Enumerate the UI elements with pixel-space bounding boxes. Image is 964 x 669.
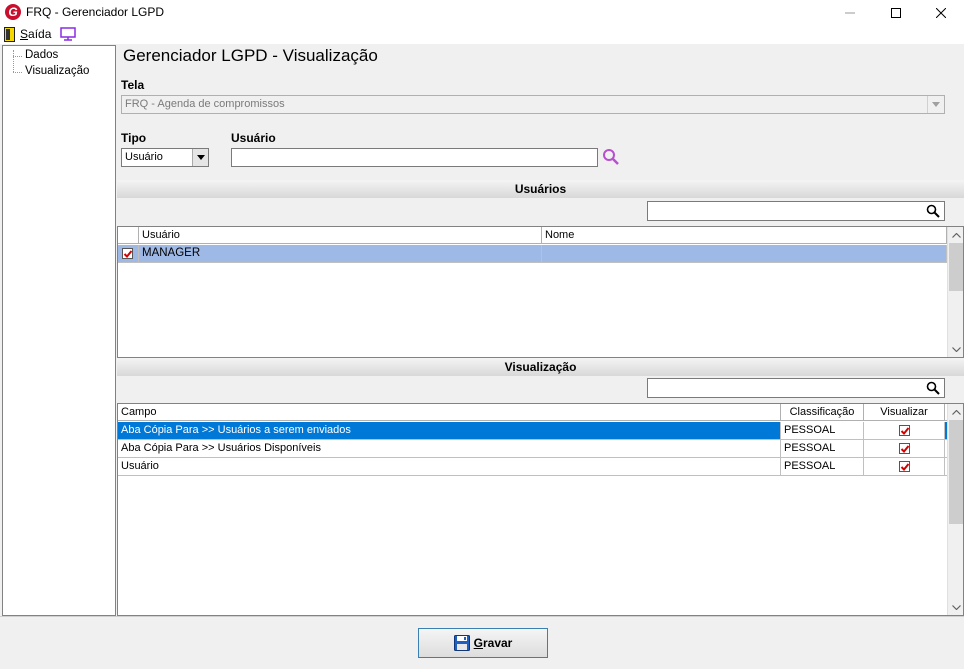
column-header-nome[interactable]: Nome	[542, 227, 947, 243]
table-row[interactable]: Usuário PESSOAL	[118, 458, 947, 476]
cell-visualizar[interactable]	[864, 458, 945, 475]
table-row[interactable]: MANAGER	[118, 245, 947, 263]
tela-label: Tela	[121, 78, 145, 92]
maximize-icon	[891, 8, 901, 18]
minimize-button[interactable]	[827, 0, 873, 26]
visualizar-checkbox[interactable]	[899, 443, 910, 454]
tipo-label: Tipo	[121, 131, 147, 145]
table-row[interactable]: Aba Cópia Para >> Usuários a serem envia…	[118, 422, 947, 440]
column-header-usuario[interactable]: Usuário	[139, 227, 542, 243]
usuarios-vertical-scrollbar[interactable]	[947, 227, 963, 357]
menu-saida[interactable]: Saída	[20, 27, 51, 41]
tree-item-visualizacao[interactable]: Visualização	[13, 65, 89, 77]
usuarios-section-title: Usuários	[117, 180, 964, 198]
visualizar-checkbox[interactable]	[899, 461, 910, 472]
chevron-down-icon[interactable]	[192, 149, 208, 166]
cell-campo: Usuário	[118, 458, 781, 475]
column-header-visualizar[interactable]: Visualizar	[864, 404, 945, 420]
usuarios-filter-input[interactable]	[647, 201, 945, 221]
monitor-icon[interactable]	[60, 27, 76, 41]
usuario-label: Usuário	[231, 131, 276, 145]
column-header-campo[interactable]: Campo	[118, 404, 781, 420]
scroll-thumb[interactable]	[949, 420, 963, 524]
minimize-icon	[845, 12, 855, 14]
tela-combobox[interactable]: FRQ - Agenda de compromissos	[121, 95, 945, 114]
maximize-button[interactable]	[873, 0, 919, 26]
floppy-disk-icon	[453, 635, 470, 651]
cell-classificacao: PESSOAL	[781, 458, 864, 475]
cell-campo: Aba Cópia Para >> Usuários Disponíveis	[118, 440, 781, 457]
search-icon[interactable]	[926, 381, 940, 395]
checkmark-icon	[900, 463, 910, 471]
navigation-tree: Dados Visualização	[2, 45, 116, 616]
column-header-check	[118, 227, 139, 243]
visualizacao-section-title: Visualização	[117, 358, 964, 376]
close-button[interactable]	[918, 0, 964, 26]
door-exit-icon[interactable]	[4, 27, 15, 42]
gravar-label: Gravar	[473, 636, 513, 650]
magnifier-icon[interactable]	[602, 148, 620, 166]
checkmark-icon	[900, 427, 910, 435]
page-title: Gerenciador LGPD - Visualização	[123, 46, 378, 65]
search-icon[interactable]	[926, 204, 940, 218]
row-checkbox[interactable]	[122, 248, 133, 259]
usuario-input[interactable]	[231, 148, 598, 167]
checkmark-icon	[900, 445, 910, 453]
cell-visualizar[interactable]	[864, 440, 945, 457]
usuarios-grid-header: Usuário Nome	[118, 227, 947, 244]
usuarios-grid: Usuário Nome MANAGER	[117, 226, 964, 358]
cell-campo: Aba Cópia Para >> Usuários a serem envia…	[118, 422, 781, 439]
tree-item-dados[interactable]: Dados	[13, 49, 58, 61]
tipo-select[interactable]: Usuário	[121, 148, 209, 167]
column-header-classificacao[interactable]: Classificação	[781, 404, 864, 420]
visualizacao-grid: Campo Classificação Visualizar Aba Cópia…	[117, 403, 964, 616]
checkmark-icon	[123, 250, 133, 258]
visualizacao-grid-header: Campo Classificação Visualizar	[118, 404, 947, 421]
scroll-up-icon[interactable]	[948, 227, 963, 243]
close-icon	[936, 8, 946, 18]
scroll-down-icon[interactable]	[948, 341, 963, 357]
cell-classificacao: PESSOAL	[781, 422, 864, 439]
window-title: FRQ - Gerenciador LGPD	[26, 5, 165, 19]
cell-usuario: MANAGER	[139, 245, 542, 262]
visualizar-checkbox[interactable]	[899, 425, 910, 436]
gravar-button[interactable]: Gravar	[418, 628, 548, 658]
visualizacao-filter-input[interactable]	[647, 378, 945, 398]
app-logo-icon: G	[5, 4, 21, 20]
menu-bar: Saída	[0, 26, 964, 44]
cell-nome	[542, 245, 947, 262]
tela-value: FRQ - Agenda de compromissos	[125, 98, 285, 110]
row-check-cell[interactable]	[118, 245, 139, 262]
title-bar: G FRQ - Gerenciador LGPD	[0, 0, 964, 26]
visualizacao-vertical-scrollbar[interactable]	[947, 404, 963, 615]
scroll-up-icon[interactable]	[948, 404, 963, 420]
scroll-down-icon[interactable]	[948, 599, 963, 615]
chevron-down-icon[interactable]	[927, 96, 944, 113]
tipo-value: Usuário	[125, 151, 163, 163]
cell-classificacao: PESSOAL	[781, 440, 864, 457]
table-row[interactable]: Aba Cópia Para >> Usuários Disponíveis P…	[118, 440, 947, 458]
cell-visualizar[interactable]	[864, 422, 945, 439]
scroll-thumb[interactable]	[949, 243, 963, 291]
